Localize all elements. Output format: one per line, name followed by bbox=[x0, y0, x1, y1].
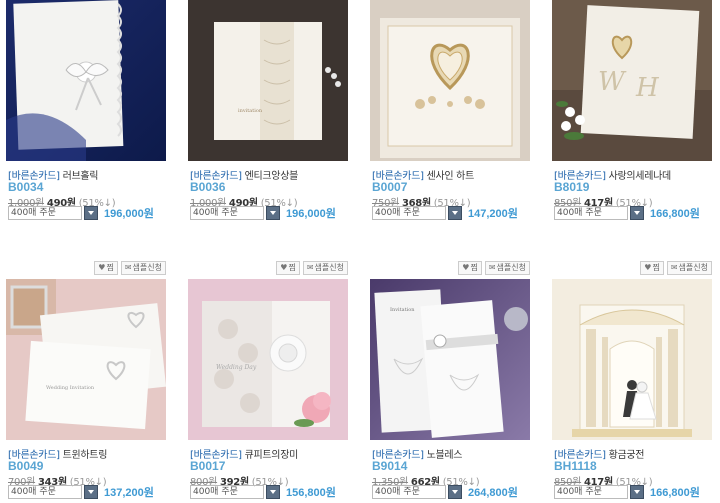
product-name: 엔티크앙상블 bbox=[244, 171, 299, 182]
quantity-select[interactable]: 400매 주문 bbox=[190, 485, 264, 499]
sample-request-button[interactable]: ✉샘플신청 bbox=[120, 261, 166, 275]
total-price: 166,800원 bbox=[650, 208, 700, 220]
order-row: 400매 주문 196,000원 bbox=[190, 206, 336, 220]
quantity-select[interactable]: 400매 주문 bbox=[372, 206, 446, 220]
sample-request-button[interactable]: ✉샘플신청 bbox=[302, 261, 348, 275]
product-image-2[interactable] bbox=[370, 0, 530, 161]
chevron-down-icon[interactable] bbox=[266, 206, 280, 220]
product-name: 센사인 하트 bbox=[426, 171, 475, 182]
product-code[interactable]: B0007 bbox=[372, 180, 407, 194]
card-actions: ♥찜 ✉샘플신청 bbox=[276, 261, 348, 275]
order-row: 400매 주문 166,800원 bbox=[554, 485, 700, 499]
wish-button[interactable]: ♥찜 bbox=[94, 261, 118, 275]
sample-label: 샘플신청 bbox=[678, 263, 708, 272]
wish-label: 찜 bbox=[652, 263, 660, 272]
product-image-4[interactable]: Wedding Invitation bbox=[6, 279, 166, 440]
quantity-select[interactable]: 400매 주문 bbox=[8, 206, 82, 220]
quantity-select[interactable]: 400매 주문 bbox=[554, 206, 628, 220]
product-name: 큐피트의장미 bbox=[244, 450, 299, 461]
envelope-icon: ✉ bbox=[124, 263, 132, 272]
svg-text:invitation: invitation bbox=[238, 108, 263, 114]
chevron-down-icon[interactable] bbox=[448, 206, 462, 220]
total-price: 137,200원 bbox=[104, 487, 154, 499]
product-name: 황금궁전 bbox=[608, 450, 645, 461]
svg-text:Wedding Day: Wedding Day bbox=[216, 364, 257, 371]
product-code[interactable]: B8019 bbox=[554, 180, 589, 194]
wish-button[interactable]: ♥찜 bbox=[640, 261, 664, 275]
chevron-down-icon[interactable] bbox=[630, 206, 644, 220]
order-row: 400매 주문 264,800원 bbox=[372, 485, 518, 499]
order-row: 400매 주문 156,800원 bbox=[190, 485, 336, 499]
order-row: 400매 주문 196,000원 bbox=[8, 206, 154, 220]
product-code[interactable]: B0034 bbox=[8, 180, 43, 194]
product-code[interactable]: B0036 bbox=[190, 180, 225, 194]
sample-request-button[interactable]: ✉샘플신청 bbox=[666, 261, 712, 275]
wish-label: 찜 bbox=[288, 263, 296, 272]
sample-label: 샘플신청 bbox=[496, 263, 526, 272]
product-name: 사랑의세레나데 bbox=[608, 171, 672, 182]
chevron-down-icon[interactable] bbox=[630, 485, 644, 499]
wish-label: 찜 bbox=[470, 263, 478, 272]
product-image-3[interactable]: W H bbox=[552, 0, 712, 161]
heart-icon: ♥ bbox=[462, 263, 470, 272]
quantity-select[interactable]: 400매 주문 bbox=[554, 485, 628, 499]
wish-label: 찜 bbox=[106, 263, 114, 272]
quantity-select[interactable]: 400매 주문 bbox=[8, 485, 82, 499]
total-price: 264,800원 bbox=[468, 487, 518, 499]
wish-button[interactable]: ♥찜 bbox=[458, 261, 482, 275]
chevron-down-icon[interactable] bbox=[448, 485, 462, 499]
product-name: 트윈하트링 bbox=[62, 450, 108, 461]
sample-label: 샘플신청 bbox=[132, 263, 162, 272]
chevron-down-icon[interactable] bbox=[266, 485, 280, 499]
product-image-5[interactable]: Wedding Day bbox=[188, 279, 348, 440]
product-code[interactable]: B0049 bbox=[8, 459, 43, 473]
envelope-icon: ✉ bbox=[488, 263, 496, 272]
product-image-6[interactable]: Invitation bbox=[370, 279, 530, 440]
product-code[interactable]: BH1118 bbox=[554, 459, 597, 473]
card-actions: ♥찜 ✉샘플신청 bbox=[640, 261, 712, 275]
order-row: 400매 주문 137,200원 bbox=[8, 485, 154, 499]
quantity-select[interactable]: 400매 주문 bbox=[190, 206, 264, 220]
svg-text:Invitation: Invitation bbox=[390, 307, 415, 313]
svg-text:H: H bbox=[635, 73, 660, 103]
sample-label: 샘플신청 bbox=[314, 263, 344, 272]
envelope-icon: ✉ bbox=[670, 263, 678, 272]
product-code[interactable]: B9014 bbox=[372, 459, 407, 473]
quantity-select[interactable]: 400매 주문 bbox=[372, 485, 446, 499]
chevron-down-icon[interactable] bbox=[84, 206, 98, 220]
order-row: 400매 주문 166,800원 bbox=[554, 206, 700, 220]
total-price: 156,800원 bbox=[286, 487, 336, 499]
total-price: 196,000원 bbox=[104, 208, 154, 220]
total-price: 196,000원 bbox=[286, 208, 336, 220]
heart-icon: ♥ bbox=[98, 263, 106, 272]
card-actions: ♥찜 ✉샘플신청 bbox=[94, 261, 166, 275]
product-code[interactable]: B0017 bbox=[190, 459, 225, 473]
heart-icon: ♥ bbox=[280, 263, 288, 272]
chevron-down-icon[interactable] bbox=[84, 485, 98, 499]
product-image-1[interactable]: invitation bbox=[188, 0, 348, 161]
sample-request-button[interactable]: ✉샘플신청 bbox=[484, 261, 530, 275]
wish-button[interactable]: ♥찜 bbox=[276, 261, 300, 275]
total-price: 147,200원 bbox=[468, 208, 518, 220]
product-image-7[interactable] bbox=[552, 279, 712, 440]
product-name: 러브홀릭 bbox=[62, 171, 99, 182]
svg-text:Wedding Invitation: Wedding Invitation bbox=[46, 385, 95, 391]
heart-icon: ♥ bbox=[644, 263, 652, 272]
card-actions: ♥찜 ✉샘플신청 bbox=[458, 261, 530, 275]
envelope-icon: ✉ bbox=[306, 263, 314, 272]
product-image-0[interactable] bbox=[6, 0, 166, 161]
order-row: 400매 주문 147,200원 bbox=[372, 206, 518, 220]
total-price: 166,800원 bbox=[650, 487, 700, 499]
product-name: 노블레스 bbox=[426, 450, 463, 461]
svg-text:W: W bbox=[598, 67, 627, 97]
